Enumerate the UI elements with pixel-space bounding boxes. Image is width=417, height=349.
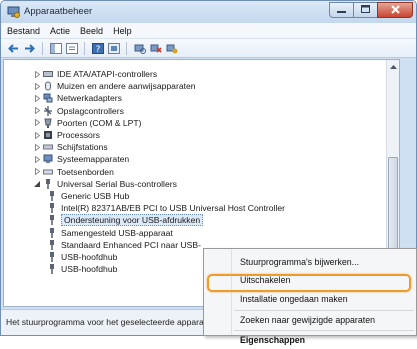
minimize-button[interactable] bbox=[329, 2, 353, 18]
system-device-icon bbox=[43, 154, 53, 164]
show-hide-tree-icon[interactable] bbox=[49, 42, 62, 55]
tree-device-item[interactable]: Intel(R) 82371AB/EB PCI to USB Universal… bbox=[47, 202, 285, 214]
tree-device-item[interactable]: Standaard Enhanced PCI naar USB- bbox=[47, 239, 201, 251]
context-item-scan-changes[interactable]: Zoeken naar gewijzigde apparaten bbox=[204, 311, 416, 329]
title-bar[interactable]: Apparaatbeheer bbox=[1, 1, 416, 23]
collapsed-arrow-icon[interactable] bbox=[33, 143, 41, 151]
tree-item-label: USB-hoofdhub bbox=[61, 264, 118, 275]
toolbar-separator bbox=[126, 41, 127, 55]
scrollbar-thumb[interactable] bbox=[388, 157, 398, 252]
usb-plug-icon bbox=[47, 264, 57, 275]
collapsed-arrow-icon[interactable] bbox=[33, 155, 41, 163]
tree-device-item[interactable]: Samengesteld USB-apparaat bbox=[47, 227, 173, 239]
tree-category-item[interactable]: Toetsenborden bbox=[33, 166, 114, 178]
scan-hardware-icon[interactable] bbox=[133, 42, 146, 55]
collapsed-arrow-icon[interactable] bbox=[33, 70, 41, 78]
disable-icon[interactable] bbox=[165, 42, 178, 55]
close-icon bbox=[390, 4, 400, 16]
usb-controller-icon bbox=[43, 178, 53, 189]
tree-category-item[interactable]: Universal Serial Bus-controllers bbox=[33, 178, 177, 190]
tree-item-label: Toetsenborden bbox=[57, 166, 114, 177]
usb-plug-icon bbox=[47, 203, 57, 214]
tree-item-label: Universal Serial Bus-controllers bbox=[57, 178, 177, 189]
storage-controller-icon bbox=[43, 105, 53, 116]
processor-icon bbox=[43, 130, 53, 140]
tree-item-label: Opslagcontrollers bbox=[57, 105, 124, 116]
tree-item-label: Processors bbox=[57, 130, 100, 140]
properties-icon[interactable] bbox=[65, 42, 78, 55]
device-manager-icon bbox=[7, 6, 20, 18]
menu-bar: Bestand Actie Beeld Help bbox=[1, 23, 416, 39]
toolbar-separator bbox=[84, 41, 85, 55]
context-item-uninstall[interactable]: Installatie ongedaan maken bbox=[204, 290, 416, 308]
menu-actie[interactable]: Actie bbox=[50, 26, 70, 36]
toolbar-separator bbox=[42, 41, 43, 55]
maximize-button[interactable] bbox=[353, 2, 377, 18]
maximize-icon bbox=[361, 5, 370, 15]
expanded-arrow-icon[interactable] bbox=[33, 180, 41, 188]
uninstall-icon[interactable] bbox=[149, 42, 162, 55]
tree-device-item[interactable]: USB-hoofdhub bbox=[47, 251, 117, 263]
collapsed-arrow-icon[interactable] bbox=[33, 107, 41, 115]
usb-plug-icon bbox=[47, 252, 57, 262]
context-menu: Stuurprogramma's bijwerken... Uitschakel… bbox=[203, 248, 417, 345]
context-item-properties[interactable]: Eigenschappen bbox=[204, 331, 416, 349]
tree-item-label: IDE ATA/ATAPI-controllers bbox=[57, 69, 158, 79]
collapsed-arrow-icon[interactable] bbox=[33, 82, 41, 90]
svg-text:?: ? bbox=[95, 45, 100, 54]
ide-controller-icon bbox=[43, 69, 53, 79]
scroll-up-icon[interactable] bbox=[387, 60, 399, 73]
tree-category-item[interactable]: Poorten (COM & LPT) bbox=[33, 117, 142, 129]
disk-drive-icon bbox=[43, 142, 53, 152]
tree-item-label: Netwerkadapters bbox=[57, 93, 122, 104]
tree-device-item[interactable]: USB-hoofdhub bbox=[47, 263, 117, 275]
update-driver-icon[interactable] bbox=[107, 42, 120, 55]
menu-beeld[interactable]: Beeld bbox=[80, 26, 103, 36]
tree-category-item[interactable]: Opslagcontrollers bbox=[33, 105, 124, 117]
network-adapter-icon bbox=[43, 93, 53, 103]
tree-category-item[interactable]: Muizen en andere aanwijsapparaten bbox=[33, 80, 196, 92]
tree-item-label: Standaard Enhanced PCI naar USB- bbox=[61, 239, 201, 250]
menu-bestand[interactable]: Bestand bbox=[7, 26, 40, 36]
usb-plug-icon bbox=[47, 227, 57, 238]
usb-plug-icon bbox=[47, 239, 57, 250]
context-item-update-driver[interactable]: Stuurprogramma's bijwerken... bbox=[204, 253, 416, 271]
tree-item-label: Generic USB Hub bbox=[61, 191, 130, 201]
collapsed-arrow-icon[interactable] bbox=[33, 94, 41, 102]
tree-item-label: USB-hoofdhub bbox=[61, 252, 118, 262]
tree-device-item[interactable]: Generic USB Hub bbox=[47, 190, 129, 202]
minimize-icon bbox=[337, 5, 346, 15]
usb-plug-icon bbox=[47, 215, 57, 226]
tree-category-item[interactable]: Schijfstations bbox=[33, 141, 108, 153]
tree-item-label: Muizen en andere aanwijsapparaten bbox=[57, 81, 196, 92]
help-icon[interactable]: ? bbox=[91, 42, 104, 55]
highlight-ring bbox=[207, 274, 411, 292]
menu-help[interactable]: Help bbox=[113, 26, 132, 36]
usb-plug-icon bbox=[47, 191, 57, 201]
tree-category-item[interactable]: Netwerkadapters bbox=[33, 92, 122, 104]
tree-item-label: Systeemapparaten bbox=[57, 154, 130, 165]
tree-item-label: Intel(R) 82371AB/EB PCI to USB Universal… bbox=[61, 203, 286, 214]
tree-item-label: Samengesteld USB-apparaat bbox=[61, 227, 173, 238]
collapsed-arrow-icon[interactable] bbox=[33, 119, 41, 127]
tree-category-item[interactable]: IDE ATA/ATAPI-controllers bbox=[33, 68, 157, 80]
keyboard-icon bbox=[43, 167, 53, 177]
status-text: Het stuurprogramma voor het geselecteerd… bbox=[6, 317, 204, 327]
tree-category-item[interactable]: Processors bbox=[33, 129, 100, 141]
window-title: Apparaatbeheer bbox=[24, 6, 93, 17]
collapsed-arrow-icon[interactable] bbox=[33, 131, 41, 139]
back-icon[interactable] bbox=[7, 42, 20, 55]
tree-item-label: Ondersteuning voor USB-afdrukken bbox=[61, 214, 204, 227]
forward-icon[interactable] bbox=[23, 42, 36, 55]
mouse-icon bbox=[43, 81, 53, 91]
port-icon bbox=[43, 118, 53, 128]
tree-item-label: Poorten (COM & LPT) bbox=[57, 117, 142, 128]
collapsed-arrow-icon[interactable] bbox=[33, 168, 41, 176]
tree-item-label: Schijfstations bbox=[57, 142, 108, 153]
close-button[interactable] bbox=[377, 2, 413, 18]
toolbar: ? bbox=[1, 39, 416, 58]
tree-category-item[interactable]: Systeemapparaten bbox=[33, 153, 129, 165]
tree-device-item[interactable]: Ondersteuning voor USB-afdrukken bbox=[47, 214, 204, 227]
